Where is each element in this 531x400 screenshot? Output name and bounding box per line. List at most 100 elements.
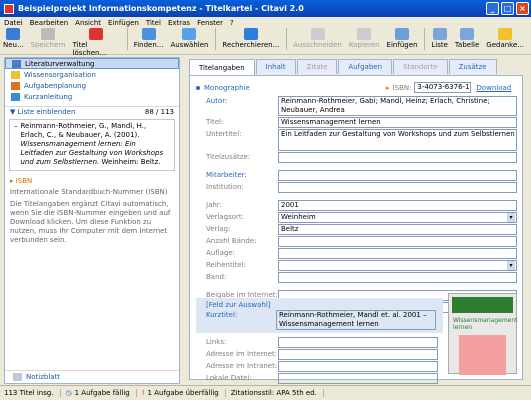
- copy-button[interactable]: Kopieren: [349, 28, 380, 49]
- tab-inhalt[interactable]: Inhalt: [255, 59, 296, 74]
- nav-aufgabenplanung[interactable]: Aufgabenplanung: [5, 80, 179, 91]
- field-untertitel[interactable]: Ein Leitfaden zur Gestaltung von Worksho…: [278, 129, 517, 151]
- field-institution[interactable]: [278, 182, 517, 193]
- nav-kurzanleitung[interactable]: Kurzanleitung: [5, 91, 179, 102]
- notepad-icon: [13, 372, 22, 381]
- label-autor[interactable]: Autor:: [196, 96, 278, 107]
- navigation-panel: Literaturverwaltung Wissensorganisation …: [4, 57, 180, 384]
- tab-zusaetze[interactable]: Zusätze: [448, 59, 497, 74]
- find-icon: [141, 28, 156, 40]
- menu-ansicht[interactable]: Ansicht: [75, 19, 101, 27]
- field-auflage[interactable]: [278, 248, 517, 259]
- label-links: Links:: [206, 338, 227, 346]
- label-adresse-im-internet: Adresse im Internet:: [206, 350, 278, 358]
- tab-strip: Titelangaben Inhalt Zitate Aufgaben Stan…: [189, 59, 498, 75]
- field-verlag[interactable]: Beltz: [278, 224, 517, 235]
- window-title: Beispielprojekt Informationskompetenz - …: [18, 4, 304, 13]
- status-overdue[interactable]: ! 1 Aufgabe überfällig: [142, 389, 226, 397]
- label-auflage: Auflage:: [206, 249, 236, 257]
- form-fields: Autor: Reinmann-Rothmeier, Gabi; Mandl, H…: [196, 96, 521, 314]
- save-button[interactable]: Speichern: [31, 28, 66, 49]
- triangle-down-icon: ▼: [10, 108, 18, 116]
- status-citation-style[interactable]: Zitationsstil: APA 5th ed.: [231, 389, 324, 397]
- field-titelzusätze[interactable]: [278, 152, 517, 163]
- paste-button[interactable]: Einfügen: [387, 28, 417, 49]
- field-autor[interactable]: Reinmann-Rothmeier, Gabi; Mandl, Heinz; …: [278, 96, 517, 116]
- field-anzahl-bände[interactable]: [278, 236, 517, 247]
- record-counter: 88 / 113: [144, 108, 174, 116]
- close-button[interactable]: ×: [516, 2, 529, 15]
- toolbar: Neu... Speichern Titel löschen... Finden…: [0, 28, 531, 57]
- select-button[interactable]: Auswählen: [170, 28, 208, 49]
- field-titel[interactable]: Wissensmanagement lernen: [278, 117, 517, 128]
- menu-bar: Datei Bearbeiten Ansicht Einfügen Titel …: [0, 17, 531, 28]
- title-bar: Beispielprojekt Informationskompetenz - …: [0, 0, 531, 17]
- show-list-link[interactable]: ▼ Liste einblenden: [10, 108, 75, 116]
- shorttitle-field[interactable]: Reinmann-Rothmeier, Mandl et. al. 2001 –…: [276, 310, 436, 330]
- list-header: ▼ Liste einblenden 88 / 113: [5, 106, 179, 117]
- field-verlagsort[interactable]: Weinheim: [278, 212, 517, 223]
- list-button[interactable]: Liste: [431, 28, 448, 49]
- field-adresse-im-intranet[interactable]: [278, 361, 438, 372]
- document-type[interactable]: Monographie: [196, 84, 250, 92]
- shorttitle-label: Kurztitel:: [206, 311, 238, 319]
- cut-button[interactable]: Ausschneiden: [293, 28, 342, 49]
- label-anzahl-bände: Anzahl Bände:: [206, 237, 257, 245]
- save-icon: [41, 28, 56, 40]
- label-titelzusätze: Titelzusätze:: [206, 153, 251, 161]
- menu-extras[interactable]: Extras: [168, 19, 190, 27]
- label-reihentitel: Reihentitel:: [206, 261, 247, 269]
- label-verlagsort: Verlagsort:: [206, 213, 245, 221]
- menu-fenster[interactable]: Fenster: [197, 19, 223, 27]
- minimize-button[interactable]: _: [486, 2, 499, 15]
- bullet-icon: [196, 86, 200, 90]
- select-icon: [182, 28, 197, 40]
- field-lokale-datei[interactable]: [278, 373, 438, 384]
- copy-icon: [357, 28, 372, 40]
- reference-publisher: Weinheim: Beltz.: [101, 158, 161, 166]
- delete-title-button[interactable]: Titel löschen...: [73, 28, 120, 57]
- label-band: Band:: [206, 273, 227, 281]
- isbn-help-heading: ▸ ISBN: [10, 177, 33, 185]
- isbn-label: ISBN:: [392, 83, 412, 92]
- tab-zitate[interactable]: Zitate: [296, 59, 338, 74]
- table-button[interactable]: Tabelle: [455, 28, 479, 49]
- field-jahr[interactable]: 2001: [278, 200, 517, 211]
- shorttitle-area: [Feld zur Auswahl] Kurztitel: Reinmann-R…: [196, 298, 443, 385]
- tab-aufgaben[interactable]: Aufgaben: [338, 59, 393, 74]
- field-reihentitel[interactable]: [278, 260, 517, 271]
- field-band[interactable]: [278, 272, 517, 283]
- tasks-icon: [11, 81, 20, 90]
- menu-datei[interactable]: Datei: [4, 19, 23, 27]
- field-mitarbeiter[interactable]: [278, 170, 517, 181]
- download-link[interactable]: Download: [476, 84, 511, 92]
- notes-link[interactable]: Notizblatt: [5, 370, 179, 382]
- menu-einfuegen[interactable]: Einfügen: [108, 19, 139, 27]
- find-button[interactable]: Finden...: [134, 28, 163, 49]
- new-button[interactable]: Neu...: [3, 28, 24, 49]
- label-institution: Institution:: [206, 183, 244, 191]
- status-bar: 113 Titel insg. ◷ 1 Aufgabe fällig ! 1 Auf…: [0, 385, 531, 400]
- list-icon: [432, 28, 447, 40]
- label-mitarbeiter[interactable]: Mitarbeiter:: [196, 170, 278, 181]
- maximize-button[interactable]: □: [501, 2, 514, 15]
- field-adresse-im-internet[interactable]: [278, 349, 438, 360]
- app-icon: [4, 3, 14, 14]
- field-links[interactable]: [278, 337, 438, 348]
- book-cover-image: Wissensmanagement lernen: [448, 293, 518, 375]
- nav-literaturverwaltung[interactable]: Literaturverwaltung: [5, 58, 179, 69]
- research-icon: [243, 28, 258, 40]
- isbn-input[interactable]: 3-4073-6376-1: [414, 82, 472, 93]
- tab-titelangaben[interactable]: Titelangaben: [189, 59, 255, 75]
- arrow-right-icon: ▸: [386, 83, 390, 92]
- bullet-icon: –: [14, 122, 18, 130]
- menu-bearbeiten[interactable]: Bearbeiten: [30, 19, 68, 27]
- menu-titel[interactable]: Titel: [146, 19, 161, 27]
- menu-help[interactable]: ?: [230, 19, 234, 27]
- label-jahr: Jahr:: [206, 201, 222, 209]
- status-due[interactable]: ◷ 1 Aufgabe fällig: [66, 389, 137, 397]
- thought-button[interactable]: Gedanke...: [486, 28, 524, 49]
- research-button[interactable]: Recherchieren...: [222, 28, 279, 49]
- nav-wissensorganisation[interactable]: Wissensorganisation: [5, 69, 179, 80]
- tab-standorte[interactable]: Standorte: [393, 59, 448, 74]
